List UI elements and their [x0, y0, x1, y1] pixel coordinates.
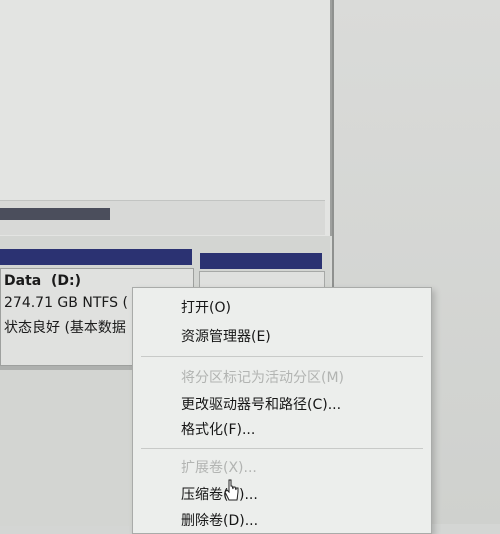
menu-item-open[interactable]: 打开(O) [181, 297, 231, 317]
menu-item-explorer[interactable]: 资源管理器(E) [181, 326, 271, 346]
menu-separator-2 [141, 448, 423, 449]
volume-size: 274.71 GB NTFS ( [4, 295, 128, 311]
menu-item-mark-active: 将分区标记为活动分区(M) [181, 370, 345, 386]
volume-name: Data (D:) [4, 273, 81, 289]
volume-list-pane [0, 0, 332, 236]
menu-item-extend-volume: 扩展卷(X)... [181, 460, 257, 476]
volume-header-bar [0, 249, 192, 265]
menu-item-delete-volume[interactable]: 删除卷(D)... [181, 510, 258, 530]
volume-status: 状态良好 (基本数据 [4, 320, 126, 336]
menu-item-format[interactable]: 格式化(F)... [181, 419, 255, 439]
context-menu: 打开(O) 资源管理器(E) 将分区标记为活动分区(M) 更改驱动器号和路径(C… [132, 287, 432, 534]
horizontal-scrollbar[interactable] [0, 200, 325, 235]
menu-separator [141, 356, 423, 357]
scrollbar-thumb[interactable] [0, 208, 110, 220]
hand-cursor-icon [224, 479, 239, 501]
volume-header-bar-2 [200, 253, 322, 269]
menu-item-shrink-volume[interactable]: 压缩卷(H)... [181, 484, 258, 504]
menu-item-change-drive-letter[interactable]: 更改驱动器号和路径(C)... [181, 394, 341, 414]
